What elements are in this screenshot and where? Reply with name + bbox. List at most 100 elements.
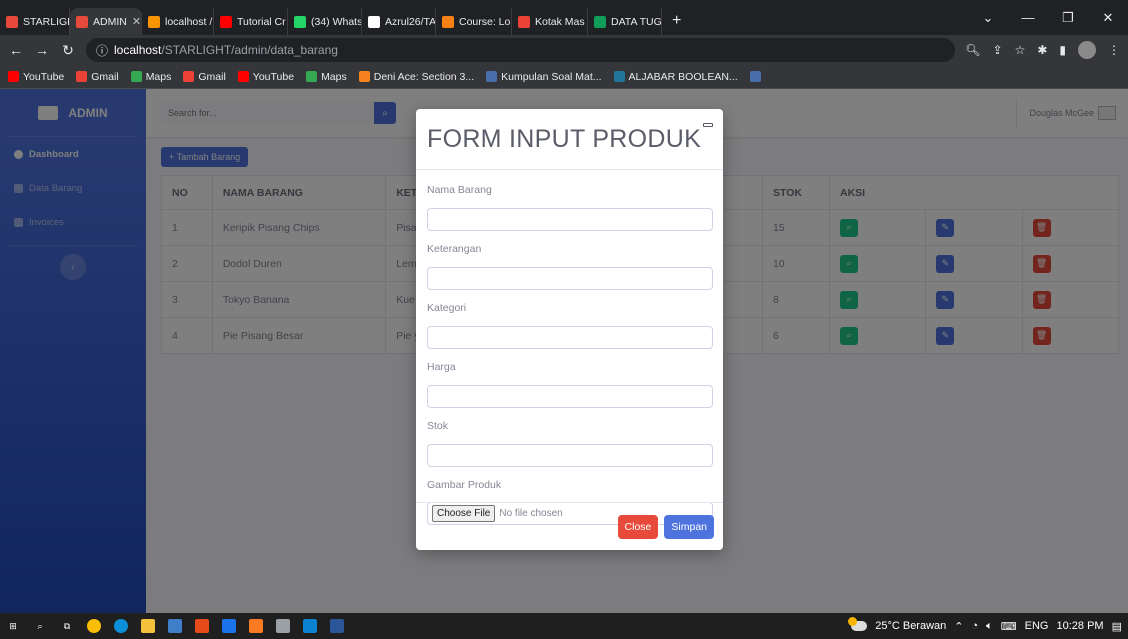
browser-tab[interactable]: Azrul26/TA✕: [362, 8, 436, 35]
keyboard-icon[interactable]: ⌨: [1001, 620, 1017, 633]
tab-title: STARLIGHT: [23, 15, 69, 28]
reload-icon[interactable]: ↻: [60, 42, 76, 59]
window-controls: ⌄ — ❐ ✕: [968, 10, 1128, 26]
tray-chevron-icon[interactable]: ⌃: [954, 620, 963, 633]
notes-app-icon[interactable]: [276, 619, 290, 633]
bookmark-favicon-icon: [486, 71, 498, 82]
text-input-field[interactable]: [427, 444, 713, 467]
bookmark-item[interactable]: Gmail: [183, 70, 226, 83]
restore-window-button[interactable]: ❐: [1048, 10, 1088, 26]
starlight-favicon: [6, 15, 18, 28]
text-input-field[interactable]: [427, 208, 713, 231]
extensions-icon[interactable]: ✱: [1037, 43, 1047, 57]
network-icon[interactable]: ◔: [972, 620, 979, 632]
weather-cloud-icon[interactable]: [848, 617, 868, 631]
admin-favicon: [76, 15, 88, 28]
bookmark-item[interactable]: [749, 71, 765, 82]
volume-icon[interactable]: 🔈︎: [986, 620, 993, 633]
bookmark-item[interactable]: Maps: [306, 71, 347, 83]
forward-arrow-icon[interactable]: →: [34, 42, 50, 58]
back-arrow-icon[interactable]: ←: [8, 42, 24, 58]
bookmark-item[interactable]: Gmail: [76, 70, 119, 83]
system-tray: 25°C Berawan ⌃ ◔ 🔈︎ ⌨ ENG 10:28 PM ▤: [848, 617, 1122, 633]
minimize-icon[interactable]: [703, 123, 713, 127]
bookmark-item[interactable]: Deni Ace: Section 3...: [358, 70, 475, 83]
form-group: Nama Barang: [427, 184, 713, 237]
gmail-favicon: [518, 15, 530, 28]
bookmark-label: Gmail: [91, 70, 119, 83]
tab-title: Kotak Mas: [535, 15, 585, 28]
bookmarks-bar: YouTube Gmail Maps Gmail YouTube Maps Deni Ace…: [0, 65, 1128, 89]
browser-tab[interactable]: ADMIN ✕: [70, 8, 142, 35]
info-icon[interactable]: ⓘ: [96, 42, 108, 59]
weather-text[interactable]: 25°C Berawan: [875, 620, 946, 632]
edge-icon[interactable]: [114, 619, 128, 633]
admin-app: ADMIN Dashboard Data Barang Invoices ‹ ⌕…: [0, 89, 1128, 613]
bookmark-item[interactable]: YouTube: [8, 71, 64, 83]
bookmark-item[interactable]: ALJABAR BOOLEAN...: [613, 71, 738, 83]
tab-title: Course: Lo: [459, 15, 511, 28]
task-view-icon[interactable]: ⧉: [60, 619, 74, 633]
mail-app-icon[interactable]: [222, 619, 236, 633]
browser-tab[interactable]: Tutorial Cr✕: [214, 8, 288, 35]
phpmyadmin-favicon: [148, 15, 160, 28]
chrome-icon[interactable]: [87, 619, 101, 633]
sidepanel-icon[interactable]: ▮: [1059, 43, 1066, 57]
store-app-icon[interactable]: [168, 619, 182, 633]
tab-title: Tutorial Cr: [237, 15, 286, 28]
product-input-modal: FORM INPUT PRODUK Nama Barang Keterangan K…: [416, 109, 723, 550]
xampp-icon[interactable]: [249, 619, 263, 633]
text-input-field[interactable]: [427, 267, 713, 290]
tab-title: localhost /: [165, 15, 213, 28]
taskbar-search-icon[interactable]: ⌕: [33, 619, 47, 633]
browser-tab[interactable]: Course: Lo✕: [436, 8, 512, 35]
office-icon[interactable]: [195, 619, 209, 633]
language-indicator[interactable]: ENG: [1025, 620, 1049, 632]
close-tab-icon[interactable]: ✕: [132, 15, 141, 28]
close-window-button[interactable]: ✕: [1088, 10, 1128, 26]
tab-title: DATA TUG: [611, 15, 662, 28]
bookmark-favicon-icon: [749, 71, 761, 82]
field-label: Nama Barang: [427, 184, 492, 196]
bookmark-favicon-icon: [76, 71, 88, 82]
browser-tab[interactable]: (34) Whats✕: [288, 8, 362, 35]
new-tab-button[interactable]: +: [662, 12, 691, 30]
bookmark-label: Kumpulan Soal Mat...: [501, 70, 602, 83]
save-button[interactable]: Simpan: [664, 514, 714, 539]
bookmark-label: Gmail: [198, 70, 226, 83]
whatsapp-favicon: [294, 15, 306, 28]
bookmark-star-icon[interactable]: ☆: [1015, 43, 1026, 57]
address-bar-row: ← → ↻ ⓘ localhost/STARLIGHT/admin/data_b…: [0, 35, 1128, 65]
profile-avatar[interactable]: [1078, 41, 1096, 59]
browser-tab[interactable]: localhost /✕: [142, 8, 214, 35]
browser-tab[interactable]: STARLIGHT✕: [0, 8, 70, 35]
close-button[interactable]: Close: [617, 514, 659, 539]
bookmark-item[interactable]: Maps: [130, 71, 171, 83]
url-field[interactable]: ⓘ localhost/STARLIGHT/admin/data_barang: [86, 38, 956, 62]
url-host: localhost: [114, 43, 162, 57]
text-input-field[interactable]: [427, 385, 713, 408]
bookmark-item[interactable]: Kumpulan Soal Mat...: [486, 70, 602, 83]
minimize-window-button[interactable]: —: [1008, 10, 1048, 26]
tab-search-icon[interactable]: ⌄: [968, 10, 1008, 26]
bookmark-favicon-icon: [183, 71, 195, 82]
vscode-icon[interactable]: [303, 619, 317, 633]
bookmark-item[interactable]: YouTube: [237, 71, 294, 83]
word-icon[interactable]: [330, 619, 344, 633]
modal-footer: Close Simpan: [416, 502, 723, 550]
file-explorer-icon[interactable]: [141, 619, 155, 633]
text-input-field[interactable]: [427, 326, 713, 349]
modal-header: FORM INPUT PRODUK: [416, 109, 723, 170]
menu-kebab-icon[interactable]: ⋮: [1108, 43, 1120, 57]
browser-tab[interactable]: DATA TUG✕: [588, 8, 662, 35]
windows-start-icon[interactable]: ⊞: [6, 619, 20, 633]
zoom-icon[interactable]: 🔍︎: [965, 43, 980, 57]
bookmark-label: Deni Ace: Section 3...: [373, 70, 475, 83]
clock[interactable]: 10:28 PM: [1057, 620, 1104, 632]
share-icon[interactable]: ⇪: [993, 43, 1003, 57]
browser-tab[interactable]: Kotak Mas✕: [512, 8, 588, 35]
form-group: Stok: [427, 420, 713, 473]
bookmark-label: Maps: [321, 70, 347, 83]
form-group: Keterangan: [427, 243, 713, 296]
notifications-icon[interactable]: ▤: [1112, 620, 1122, 633]
